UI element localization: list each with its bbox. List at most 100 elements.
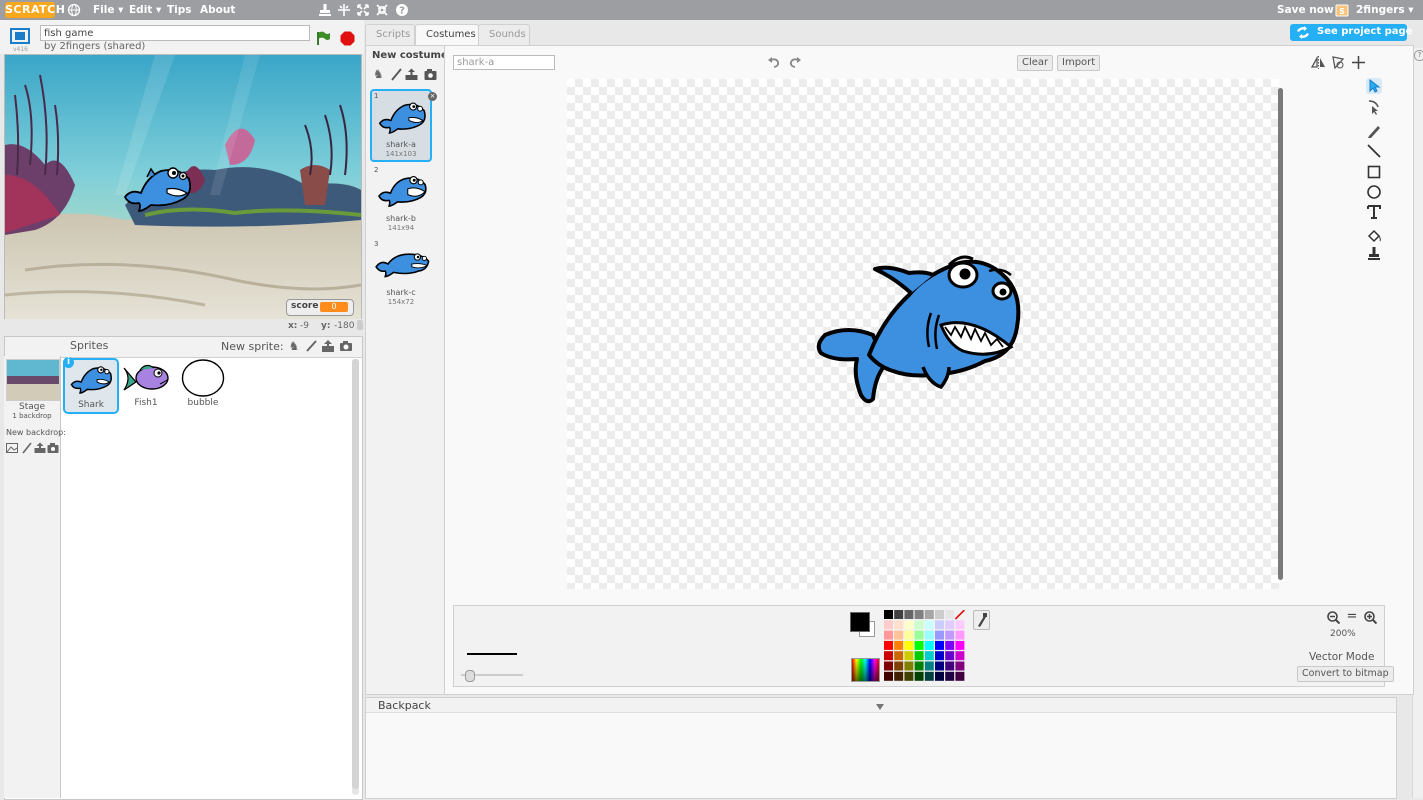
palette-swatch[interactable] [884,640,893,650]
sprite-thumb-bubble[interactable]: bubble [177,358,229,410]
palette-swatch[interactable] [904,651,914,661]
costume-library-icon[interactable]: ♞ [373,68,386,81]
palette-swatch[interactable] [914,620,924,630]
stage-thumbnail[interactable] [6,359,60,401]
text-tool-icon[interactable] [1366,204,1382,220]
line-tool-icon[interactable] [1366,143,1382,159]
palette-swatch[interactable] [935,640,944,650]
paint-costume-icon[interactable] [390,68,403,81]
palette-swatch[interactable] [894,671,904,681]
palette-swatch[interactable] [884,661,893,671]
palette-swatch[interactable] [894,610,904,619]
palette-swatch[interactable] [945,651,955,661]
palette-swatch[interactable] [935,610,944,619]
zoom-out-icon[interactable] [1327,611,1341,625]
zoom-in-icon[interactable] [1364,611,1378,625]
palette-swatch[interactable] [904,661,914,671]
palette-swatch[interactable] [914,671,924,681]
select-tool-icon[interactable] [1366,78,1382,94]
palette-swatch[interactable] [914,630,924,640]
palette-swatch[interactable] [935,620,944,630]
project-title-input[interactable] [40,25,310,41]
tab-costumes[interactable]: Costumes [415,24,479,45]
palette-swatch[interactable] [924,630,934,640]
menu-file[interactable]: File ▾ [93,0,123,20]
palette-swatch[interactable] [935,651,944,661]
sprite-info-icon[interactable]: i [63,357,74,368]
palette-swatch[interactable] [914,661,924,671]
reshape-tool-icon[interactable] [1366,99,1382,115]
palette-swatch[interactable] [935,630,944,640]
palette-swatch[interactable] [904,671,914,681]
canvas-vertical-scrollbar[interactable] [1278,88,1283,580]
palette-swatch[interactable] [884,610,893,619]
duplicate-stamp-icon[interactable] [318,3,332,17]
save-now-link[interactable]: Save now [1277,0,1334,20]
clear-button[interactable]: Clear [1017,55,1054,71]
upload-backdrop-icon[interactable] [34,442,46,454]
grow-icon[interactable] [356,3,370,17]
palette-swatch[interactable] [894,661,904,671]
stop-sign-icon[interactable] [340,31,355,46]
fullscreen-icon[interactable] [10,28,30,46]
palette-swatch[interactable] [924,661,934,671]
zoom-reset-icon[interactable]: = [1346,610,1358,624]
stage-collapse-handle[interactable] [357,320,363,330]
palette-swatch[interactable] [904,610,914,619]
backpack-content-area[interactable] [366,713,1396,798]
menu-tips[interactable]: Tips [167,0,192,20]
paint-canvas[interactable] [567,79,1279,589]
shrink-icon[interactable] [375,3,389,17]
palette-swatch[interactable] [945,630,955,640]
menu-about[interactable]: About [200,0,235,20]
backdrop-library-icon[interactable] [6,442,18,454]
redo-icon[interactable] [788,55,802,69]
palette-swatch[interactable] [884,630,893,640]
palette-swatch[interactable] [904,630,914,640]
palette-swatch[interactable] [884,671,893,681]
set-costume-center-icon[interactable] [1331,55,1346,70]
score-monitor[interactable]: score 0 [286,299,354,316]
color-palette[interactable] [884,609,966,682]
tab-sounds[interactable]: Sounds [478,24,530,45]
palette-swatch[interactable] [884,651,893,661]
palette-swatch[interactable] [924,671,934,681]
crosshair-icon[interactable] [1351,55,1366,70]
help-circle-icon[interactable]: ? [1414,50,1423,61]
palette-swatch[interactable] [945,661,955,671]
palette-swatch[interactable] [894,640,904,650]
primary-color-swatch[interactable] [850,612,870,632]
transparent-swatch[interactable] [954,609,965,620]
sprite-library-icon[interactable]: ♞ [287,339,301,353]
palette-swatch[interactable] [935,671,944,681]
camera-backdrop-icon[interactable] [47,442,59,454]
shark-costume-drawing[interactable] [813,247,1031,407]
costume-item[interactable]: 3 shark-c 154x72 [370,238,432,308]
menu-edit[interactable]: Edit ▾ [129,0,161,20]
cut-scissors-icon[interactable] [337,3,351,17]
help-icon[interactable]: ? [395,3,409,17]
palette-swatch[interactable] [914,610,924,619]
palette-swatch[interactable] [894,651,904,661]
delete-costume-icon[interactable]: × [428,92,437,101]
backpack-expand-icon[interactable] [876,701,884,710]
palette-swatch[interactable] [955,630,965,640]
pencil-tool-icon[interactable] [1366,123,1382,139]
eyedropper-icon[interactable] [973,610,990,630]
palette-swatch[interactable] [904,640,914,650]
palette-swatch[interactable] [955,640,965,650]
rectangle-tool-icon[interactable] [1366,164,1382,180]
flip-horizontal-icon[interactable] [1310,55,1326,70]
sprite-thumb-fish1[interactable]: Fish1 [120,358,172,410]
palette-swatch[interactable] [955,651,965,661]
palette-swatch[interactable] [955,671,965,681]
stage-canvas[interactable]: score 0 [4,54,362,321]
my-stuff-folder-icon[interactable]: S [1335,3,1349,17]
palette-swatch[interactable] [884,620,893,630]
palette-swatch[interactable] [935,661,944,671]
costume-name-input[interactable] [453,55,555,70]
palette-swatch[interactable] [945,640,955,650]
palette-swatch[interactable] [914,651,924,661]
undo-icon[interactable] [767,55,781,69]
user-menu[interactable]: 2fingers ▾ [1356,0,1414,20]
